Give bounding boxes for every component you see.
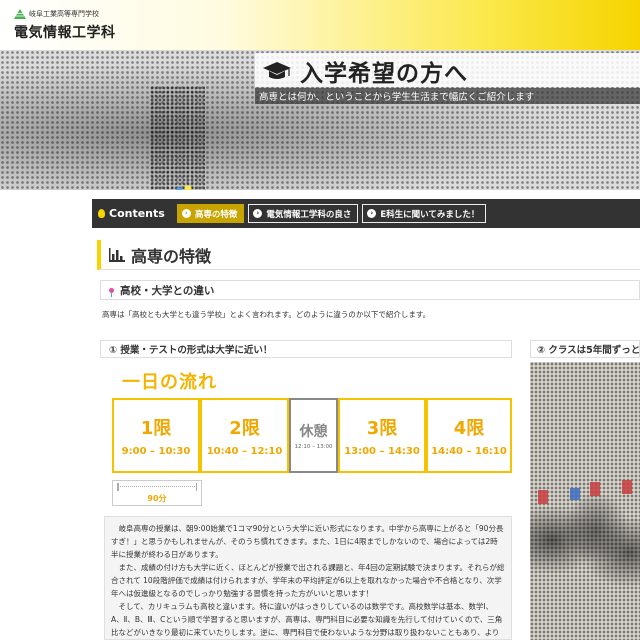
contents-label: Contents bbox=[98, 207, 165, 220]
lightbulb-icon bbox=[98, 209, 105, 218]
department-name[interactable]: 電気情報工学科 bbox=[14, 22, 116, 42]
section-title: 高専の特徴 bbox=[97, 240, 640, 270]
period-name: 4限 bbox=[453, 418, 485, 439]
description-paragraph: また、成績の付け方も大学に近く、ほとんどが授業で出される課題と、年4回の定期試験… bbox=[111, 563, 505, 598]
nav-item-label: E科生に聞いてみました！ bbox=[380, 209, 480, 220]
period-name: 2限 bbox=[229, 418, 260, 439]
period-name: 3限 bbox=[366, 418, 398, 439]
panel-heading-class-5-years: ② クラスは5年間ずっと bbox=[530, 340, 640, 358]
section-title-text: 高専の特徴 bbox=[131, 246, 212, 266]
nav-item-student-interview[interactable]: › E科生に聞いてみました！ bbox=[362, 204, 487, 223]
hero-subtitle: 高専とは何か、ということから学生生活まで幅広くご紹介します bbox=[259, 92, 535, 103]
nav-item-label: 電気情報工学科の良さ bbox=[266, 209, 352, 220]
period-duration-legend: 90分 bbox=[112, 480, 202, 506]
contents-label-text: Contents bbox=[109, 207, 165, 220]
school-logo[interactable]: 岐阜工業高等専門学校 bbox=[14, 9, 99, 19]
period-name: 1限 bbox=[140, 418, 172, 439]
subsection-title: 高校・大学との違い bbox=[100, 280, 640, 300]
period-4: 4限 14:40 – 16:10 bbox=[426, 398, 512, 473]
photo-detail bbox=[538, 490, 548, 504]
pin-icon bbox=[109, 287, 114, 297]
hero-person-image bbox=[150, 86, 205, 190]
nav-item-kosen-features[interactable]: › 高専の特徴 bbox=[176, 204, 245, 223]
period-2: 2限 10:40 – 12:10 bbox=[200, 398, 289, 473]
description-paragraph: そして、カリキュラムも高校と違います。特に違いがはっきりしているのは数学です。高… bbox=[111, 602, 503, 637]
site-header: 岐阜工業高等専門学校 電気情報工学科 bbox=[0, 0, 640, 50]
period-1: 1限 9:00 – 10:30 bbox=[112, 398, 200, 473]
chevron-right-icon: › bbox=[253, 209, 263, 218]
duration-label: 90分 bbox=[147, 494, 167, 503]
nav-item-department-merits[interactable]: › 電気情報工学科の良さ bbox=[248, 204, 359, 223]
hero-lights bbox=[170, 180, 200, 190]
description-paragraph: 岐阜高専の授業は、朝9:00始業で1コマ90分という大学に近い形式になります。中… bbox=[111, 524, 504, 559]
period-time: 13:00 – 14:30 bbox=[344, 446, 420, 457]
class-format-description: 岐阜高専の授業は、朝9:00始業で1コマ90分という大学に近い形式になります。中… bbox=[104, 516, 512, 640]
bar-chart-icon bbox=[109, 247, 125, 262]
photo-detail bbox=[622, 480, 632, 494]
hero-title: 入学希望の方へ bbox=[262, 54, 468, 88]
subsection-title-text: 高校・大学との違い bbox=[120, 284, 215, 297]
period-time: 10:40 – 12:10 bbox=[206, 446, 283, 457]
graduation-cap-icon bbox=[263, 62, 291, 79]
photo-detail bbox=[570, 488, 580, 500]
photo-detail bbox=[590, 482, 600, 496]
intro-text: 高専は「高校とも大学とも違う学校」とよく言われます。どのように違うのか以下で紹介… bbox=[102, 310, 431, 319]
break-name: 休憩 bbox=[299, 424, 328, 440]
daily-flow-title: 一日の流れ bbox=[122, 372, 217, 393]
nav-item-label: 高専の特徴 bbox=[194, 209, 238, 220]
lunch-break: 休憩 12:10 – 13:00 bbox=[289, 398, 338, 473]
class-photo bbox=[530, 362, 640, 640]
chevron-right-icon: › bbox=[367, 209, 377, 218]
school-logo-icon bbox=[14, 9, 26, 19]
chevron-right-icon: › bbox=[181, 209, 191, 218]
school-name: 岐阜工業高等専門学校 bbox=[29, 10, 99, 18]
period-3: 3限 13:00 – 14:30 bbox=[338, 398, 426, 473]
break-time: 12:10 – 13:00 bbox=[294, 444, 333, 450]
contents-nav: Contents › 高専の特徴 › 電気情報工学科の良さ › E科生に聞いてみ… bbox=[92, 199, 640, 228]
period-time: 9:00 – 10:30 bbox=[121, 446, 191, 457]
period-time: 14:40 – 16:10 bbox=[431, 446, 507, 457]
hero-title-text: 入学希望の方へ bbox=[300, 61, 468, 87]
duration-bracket bbox=[117, 483, 197, 491]
panel-heading-class-format: ① 授業・テストの形式は大学に近い！ bbox=[100, 340, 512, 358]
